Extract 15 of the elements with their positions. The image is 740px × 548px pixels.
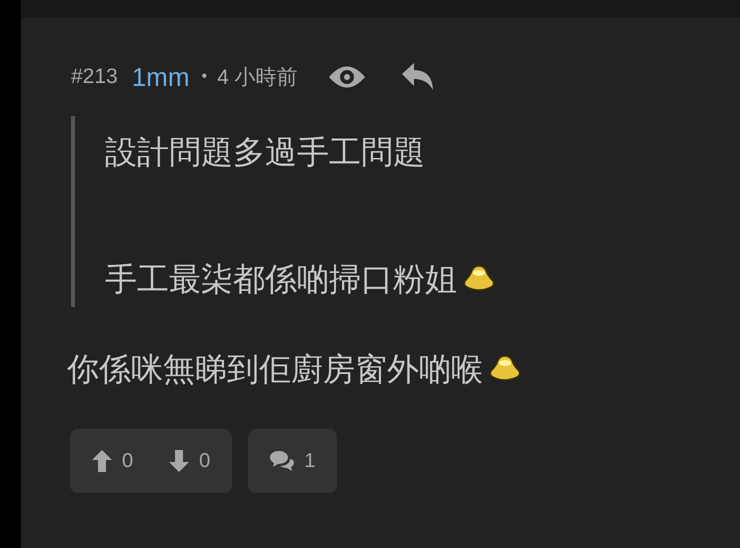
downvote-button[interactable]: 0 [169,450,210,472]
post-number: #213 [71,65,118,89]
comments-button[interactable]: 1 [270,450,316,472]
upvote-button[interactable]: 0 [92,450,134,472]
reply-icon[interactable] [402,63,434,91]
author-link[interactable]: 1mm [132,62,190,92]
eye-icon[interactable] [328,64,366,90]
post-time: 4 小時前 [217,65,298,91]
separator-dot: • [202,68,208,86]
arrow-down-icon [169,450,190,472]
reply-text: 你係咪無睇到佢廚房窗外啲喉 [67,350,483,389]
quote-text: 手工最柒都係啲掃口粉姐 [105,260,457,299]
quote-text: 設計問題多過手工問題 [105,133,425,172]
arrow-up-icon [92,450,112,472]
speech-bubbles-icon [270,451,294,471]
